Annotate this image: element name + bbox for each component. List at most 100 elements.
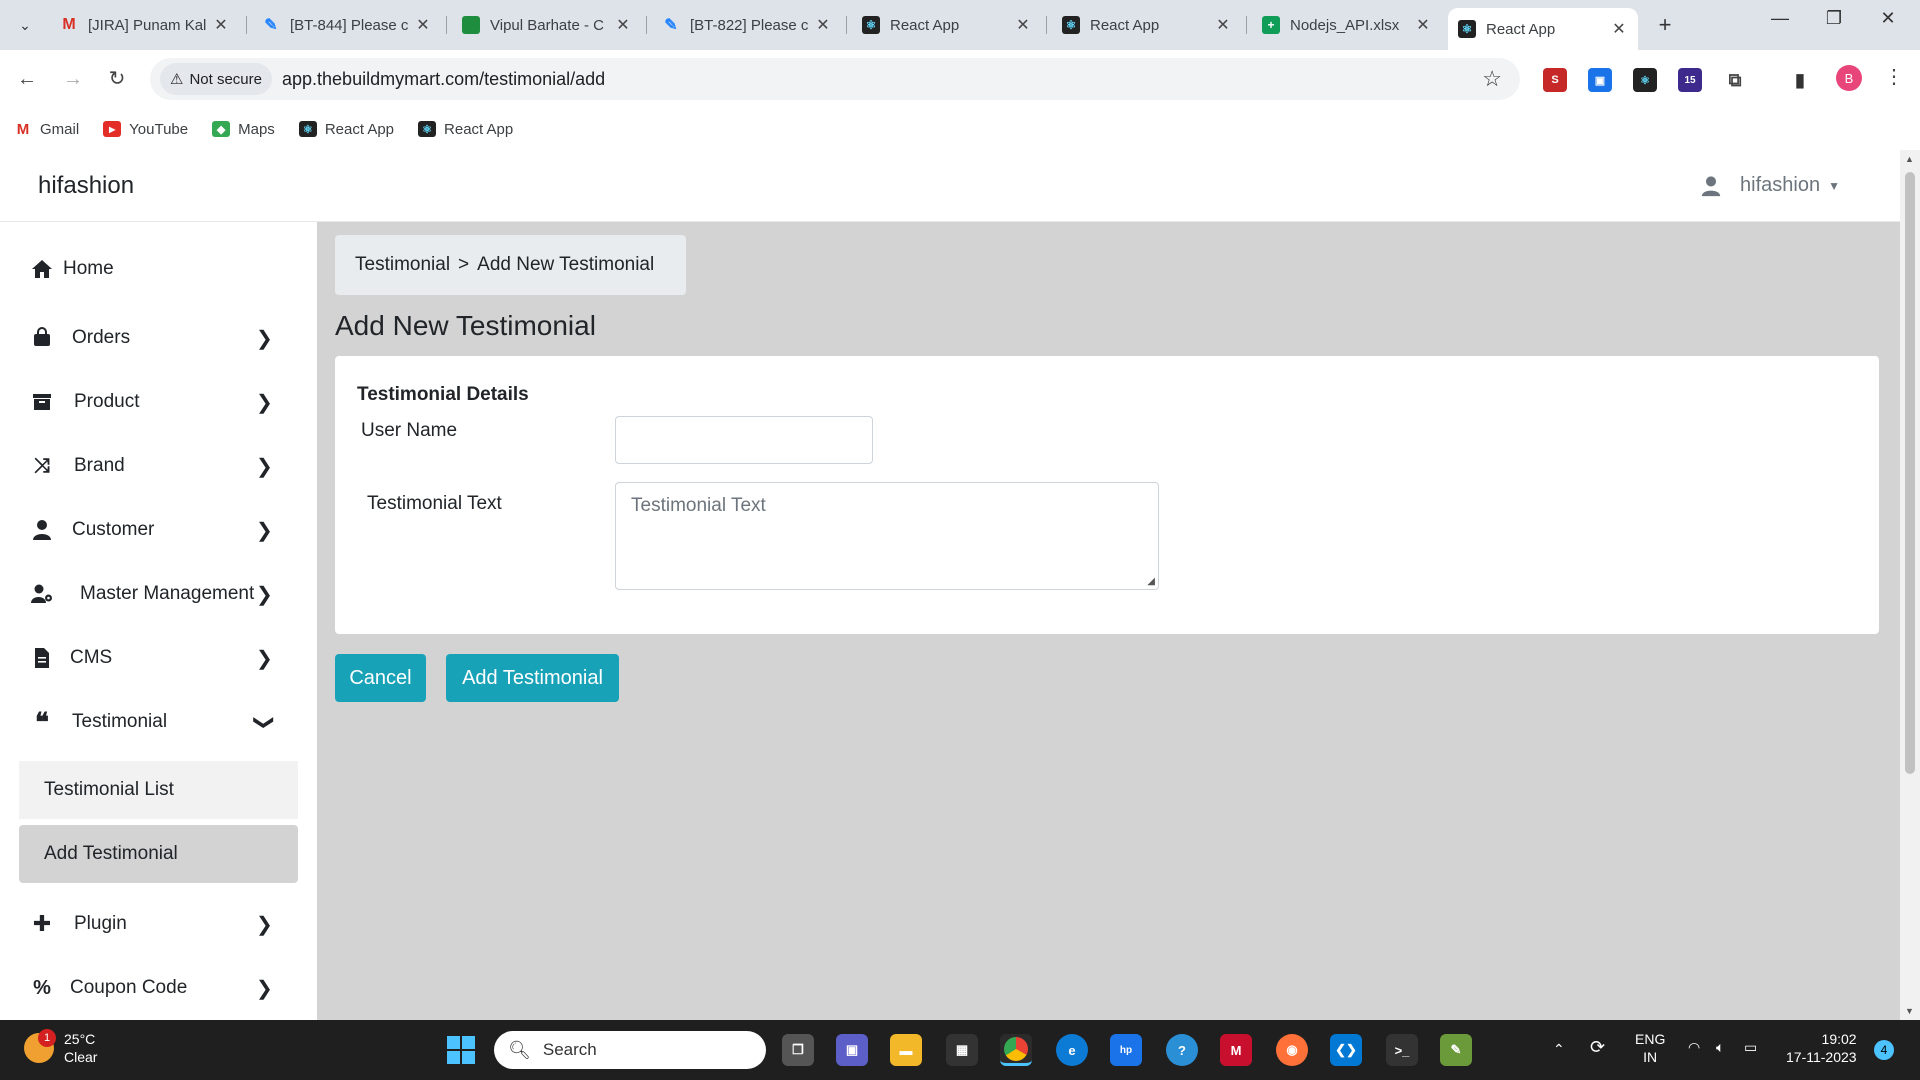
- browser-tab[interactable]: M [JIRA] Punam Kal ✕: [50, 8, 240, 42]
- browser-tab[interactable]: Vipul Barhate - C ✕: [452, 8, 642, 42]
- close-window-icon[interactable]: ✕: [1868, 8, 1908, 29]
- clock[interactable]: 19:02 17-11-2023: [1786, 1030, 1857, 1066]
- wifi-icon[interactable]: ◠: [1688, 1038, 1700, 1056]
- sidebar-item-orders[interactable]: Orders ❯: [0, 313, 300, 363]
- sidebar-subitem-testimonial-list[interactable]: Testimonial List: [19, 761, 298, 819]
- sidebar-item-brand[interactable]: ⤨ Brand ❯: [0, 441, 300, 491]
- profile-avatar[interactable]: B: [1836, 65, 1862, 91]
- scroll-thumb[interactable]: [1905, 172, 1915, 774]
- windows-start-icon[interactable]: [447, 1036, 475, 1064]
- bookmark-star-icon[interactable]: ☆: [1482, 66, 1502, 92]
- menu-kebab-icon[interactable]: ⋮: [1884, 64, 1904, 89]
- bookmark-label: React App: [444, 120, 514, 138]
- notification-badge[interactable]: 4: [1874, 1040, 1894, 1060]
- bookmark-react-app[interactable]: ⚛ React App: [298, 121, 394, 138]
- security-chip[interactable]: ⚠ Not secure: [160, 63, 272, 95]
- caret-down-icon: ▼: [1828, 178, 1840, 193]
- browser-tab[interactable]: ⚛ React App ✕: [852, 8, 1042, 42]
- side-panel-icon[interactable]: ▮: [1788, 68, 1812, 92]
- youtube-icon: ▶: [103, 121, 122, 137]
- weather-widget[interactable]: 1 25°C Clear: [24, 1029, 97, 1066]
- mcafee-icon[interactable]: M: [1220, 1034, 1252, 1066]
- testimonial-text-area[interactable]: Testimonial Text ◢: [615, 482, 1159, 590]
- tab-close-icon[interactable]: ✕: [1610, 19, 1628, 39]
- bookmark-youtube[interactable]: ▶ YouTube: [103, 121, 188, 138]
- back-icon[interactable]: ←: [12, 64, 42, 94]
- browser-tab[interactable]: ⚛ React App ✕: [1052, 8, 1242, 42]
- bookmark-gmail[interactable]: M Gmail: [14, 121, 79, 138]
- browser-tab[interactable]: ✎ [BT-844] Please c ✕: [252, 8, 442, 42]
- add-testimonial-button[interactable]: Add Testimonial: [446, 654, 619, 702]
- vscode-icon[interactable]: ❮❯: [1330, 1034, 1362, 1066]
- sidebar-item-master-management[interactable]: Master Management ❯: [0, 569, 300, 619]
- browser-tab[interactable]: ✎ [BT-822] Please c ✕: [652, 8, 842, 42]
- page-title: Add New Testimonial: [335, 310, 596, 341]
- edge-icon[interactable]: e: [1056, 1034, 1088, 1066]
- bookmark-maps[interactable]: ◆ Maps: [212, 121, 275, 138]
- volume-icon[interactable]: 🔈︎: [1716, 1038, 1724, 1056]
- notepad-icon[interactable]: ✎: [1440, 1034, 1472, 1066]
- react-devtools-icon[interactable]: ⚛: [1633, 68, 1657, 92]
- minimize-icon[interactable]: —: [1760, 8, 1800, 29]
- battery-icon[interactable]: ▭: [1744, 1038, 1757, 1056]
- page-scrollbar[interactable]: ▲ ▼: [1900, 150, 1920, 1020]
- terminal-icon[interactable]: >_: [1386, 1034, 1418, 1066]
- task-view-icon[interactable]: ❐: [782, 1034, 814, 1066]
- firefox-icon[interactable]: ◉: [1276, 1034, 1308, 1066]
- reload-icon[interactable]: ↻: [102, 64, 132, 94]
- user-name-label: User Name: [361, 420, 458, 441]
- testimonial-form-card: Testimonial Details User Name Testimonia…: [335, 356, 1879, 634]
- scroll-up-icon[interactable]: ▲: [1905, 154, 1914, 164]
- user-name-input[interactable]: [615, 416, 873, 464]
- sidebar-item-cms[interactable]: CMS ❯: [0, 633, 300, 683]
- forward-icon[interactable]: →: [58, 64, 88, 94]
- tab-close-icon[interactable]: ✕: [1214, 15, 1232, 35]
- shuffle-icon: ⤨: [34, 454, 50, 477]
- extension-icon[interactable]: ▣: [1588, 68, 1612, 92]
- url-text[interactable]: app.thebuildmymart.com/testimonial/add: [282, 69, 605, 90]
- file-explorer-icon[interactable]: ▬: [890, 1034, 922, 1066]
- puzzle-extensions-icon[interactable]: ⧉: [1723, 68, 1747, 92]
- tray-overflow-icon[interactable]: ⌃: [1553, 1040, 1565, 1058]
- extension-badge-count: 15: [1684, 74, 1696, 86]
- new-tab-button[interactable]: +: [1650, 10, 1680, 40]
- taskbar-search[interactable]: 🔍︎ Search: [494, 1031, 766, 1069]
- restore-icon[interactable]: ❐: [1814, 8, 1854, 29]
- tab-close-icon[interactable]: ✕: [814, 15, 832, 35]
- brand-name[interactable]: hifashion: [38, 172, 134, 200]
- scroll-down-icon[interactable]: ▼: [1905, 1006, 1914, 1016]
- sidebar-item-plugin[interactable]: ✚ Plugin ❯: [0, 899, 300, 949]
- tab-search-chevron-icon[interactable]: ⌄: [10, 10, 40, 40]
- browser-tab-active[interactable]: ⚛ React App ✕: [1448, 8, 1638, 50]
- sidebar-item-coupon-code[interactable]: % Coupon Code ❯: [0, 963, 300, 1013]
- teams-chat-icon[interactable]: ▣: [836, 1034, 868, 1066]
- sync-icon[interactable]: ⟳: [1590, 1038, 1605, 1056]
- store-icon[interactable]: ▦: [946, 1034, 978, 1066]
- seo-extension-icon[interactable]: S: [1543, 68, 1567, 92]
- user-icon: [33, 520, 51, 540]
- cancel-button[interactable]: Cancel: [335, 654, 426, 702]
- myhp-icon[interactable]: hp: [1110, 1034, 1142, 1066]
- sidebar-item-product[interactable]: Product ❯: [0, 377, 300, 427]
- sidebar-item-testimonial[interactable]: ❝ Testimonial ❯: [0, 697, 300, 747]
- address-bar[interactable]: ⚠ Not secure app.thebuildmymart.com/test…: [150, 58, 1520, 100]
- bookmark-react-app[interactable]: ⚛ React App: [418, 121, 513, 138]
- chrome-icon[interactable]: [1000, 1034, 1032, 1066]
- tab-close-icon[interactable]: ✕: [614, 15, 632, 35]
- browser-tab[interactable]: + Nodejs_API.xlsx ✕: [1252, 8, 1442, 42]
- chevron-right-icon: ❯: [256, 519, 273, 542]
- help-icon[interactable]: ?: [1166, 1034, 1198, 1066]
- tab-close-icon[interactable]: ✕: [212, 15, 230, 35]
- tab-close-icon[interactable]: ✕: [1014, 15, 1032, 35]
- tab-close-icon[interactable]: ✕: [1414, 15, 1432, 35]
- extension-badge-icon[interactable]: 15: [1678, 68, 1702, 92]
- breadcrumb-parent[interactable]: Testimonial: [355, 254, 450, 276]
- resize-grip-icon[interactable]: ◢: [1147, 576, 1155, 587]
- sidebar-subitem-add-testimonial[interactable]: Add Testimonial: [19, 825, 298, 883]
- tab-close-icon[interactable]: ✕: [414, 15, 432, 35]
- user-menu[interactable]: hifashion ▼: [1700, 174, 1840, 197]
- sidebar-item-home[interactable]: Home: [0, 244, 300, 294]
- sidebar-item-customer[interactable]: Customer ❯: [0, 505, 300, 555]
- weather-badge: 1: [38, 1029, 56, 1047]
- language-indicator[interactable]: ENG IN: [1635, 1030, 1665, 1066]
